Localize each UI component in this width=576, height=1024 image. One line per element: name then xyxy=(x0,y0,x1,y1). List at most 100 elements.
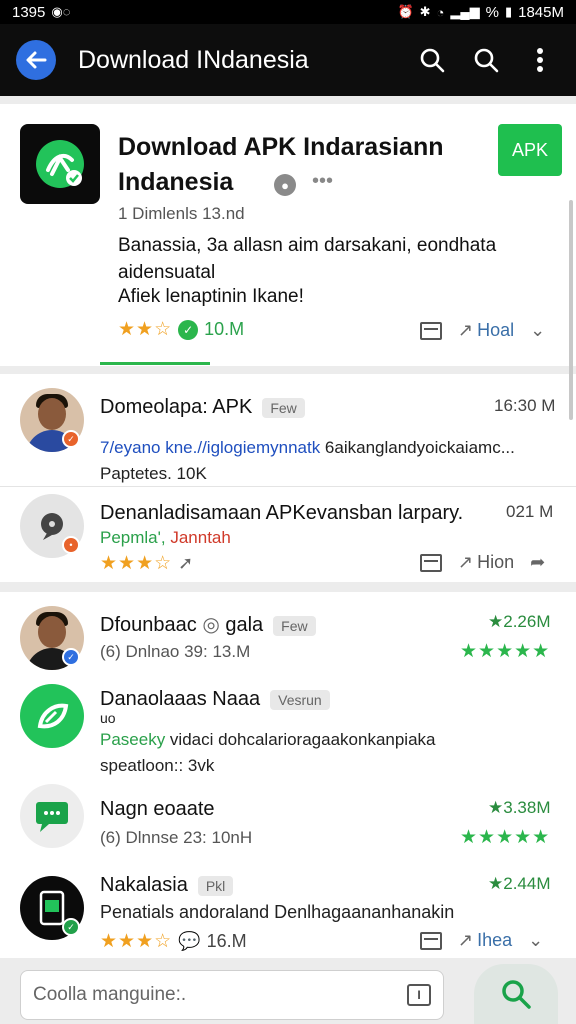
share-button[interactable]: ↗ Hoal xyxy=(458,320,514,341)
more-vert-icon xyxy=(537,48,543,72)
app-description: Banassia, 3a allasn aim darsakani, eondh… xyxy=(118,235,497,283)
badge-icon: ✓ xyxy=(62,648,80,666)
emoji-icon: ◎ xyxy=(202,614,220,636)
rating-row: ★★★☆ ➚ xyxy=(100,552,193,575)
download-count: 10.M xyxy=(204,319,245,339)
share-icon: ↗ xyxy=(458,552,474,572)
app-meta: 1 Dimlenls 13.nd xyxy=(118,204,245,223)
share-button[interactable]: ↗ Hion xyxy=(458,552,514,573)
list-item-sub: speatloon:: 3vk xyxy=(100,756,215,775)
more-options-button[interactable] xyxy=(520,40,560,80)
pin-icon: ➚ xyxy=(178,553,194,573)
action-row: ↗ Hoal ⌄ xyxy=(420,320,545,341)
list-item-sub: Paptetes. 10K xyxy=(100,464,207,483)
list-item-meta: (6) Dnlnao 39: 13.M xyxy=(100,642,251,661)
signal-icon: ▂▄▆ xyxy=(450,4,480,19)
share-label: Hion xyxy=(477,552,515,572)
apk-download-button[interactable]: APK xyxy=(498,124,562,176)
app-icon xyxy=(20,684,84,748)
share-button[interactable]: ↗ Ihea xyxy=(458,930,512,951)
list-item-link[interactable]: 7/eyano kne.//iglogiemynnatk 6aikangland… xyxy=(100,438,515,458)
rating-stars: ★★★★★ xyxy=(460,641,551,662)
list-item-time: 021 M xyxy=(506,502,554,521)
rating-stars: ★★★☆ xyxy=(100,553,173,574)
share-icon: ↗ xyxy=(458,930,474,950)
chevron-down-icon[interactable]: ⌄ xyxy=(530,320,545,341)
comment-icon: 💬 xyxy=(178,931,201,951)
list-item-size: ★2.44M xyxy=(488,874,551,893)
scrollbar[interactable] xyxy=(569,200,573,420)
badge-icon: • xyxy=(62,536,80,554)
list-item-title[interactable]: Danaolaaas Naaa Vesrun xyxy=(100,688,330,711)
search-button[interactable] xyxy=(412,40,452,80)
action-row: ↗ Ihea ⌄ xyxy=(420,930,543,951)
more-icon[interactable]: ••• xyxy=(312,170,333,193)
share-icon: ↗ xyxy=(458,320,474,340)
back-button[interactable] xyxy=(16,40,56,80)
app-icon xyxy=(20,784,84,848)
verified-icon: ● xyxy=(274,174,296,196)
alarm-icon: ⏰ xyxy=(397,4,414,19)
list-item-title[interactable]: Domeolapa: APK Few xyxy=(100,396,305,419)
tag-badge: Few xyxy=(262,397,305,418)
tag-badge: Vesrun xyxy=(270,689,330,710)
featured-app-card[interactable]: Download APK Indarasiann Indanesia ● •••… xyxy=(0,104,576,366)
list-item-size: ★2.26M xyxy=(488,612,551,631)
notification-icon: ◉◌ xyxy=(51,4,71,19)
rating-stars: ★★☆ xyxy=(118,319,173,340)
search-input[interactable] xyxy=(33,984,407,1006)
tag-badge: Few xyxy=(273,615,316,636)
app-description-2: Afiek lenaptinin Ikane! xyxy=(118,286,304,307)
share-label: Hoal xyxy=(477,320,515,340)
rating-stars: ★★★★★ xyxy=(460,827,551,848)
list-item-title[interactable]: Dfounbaac ◎ gala Few xyxy=(100,612,316,637)
download-count: 16.M xyxy=(206,931,247,951)
search-icon xyxy=(420,48,445,73)
list-item-tags: Pepmla', Janntah xyxy=(100,528,231,547)
battery-icon: ▮ xyxy=(504,4,513,19)
list-item-size: ★3.38M xyxy=(488,798,551,817)
status-time: 1395 xyxy=(12,3,46,21)
search-icon xyxy=(474,48,499,73)
list-item-title[interactable]: Denanladisamaan APKevansban larpary. xyxy=(100,502,463,525)
status-bar: 1395 ◉◌ ⏰ ✱ ◔ ▂▄▆ % ▮ 1845M xyxy=(0,0,576,24)
tab-indicator xyxy=(100,362,210,365)
app-list-section-1: ✓ Domeolapa: APK Few 16:30 M 7/eyano kne.… xyxy=(0,374,576,582)
vibrate-icon: ✱ xyxy=(419,4,431,19)
action-row: ↗ Hion ➦ xyxy=(420,552,545,573)
save-icon[interactable] xyxy=(420,321,442,340)
badge-icon: ✓ xyxy=(62,430,80,448)
page-title: Download INdanesia xyxy=(78,45,309,74)
list-item-title[interactable]: Nagn eoaate xyxy=(100,798,215,821)
search-button-secondary[interactable] xyxy=(466,40,506,80)
list-item-desc: Penatials andoraland Denlhagaananhanakin xyxy=(100,902,455,922)
rating-stars: ★★★☆ xyxy=(100,931,173,952)
search-submit-button[interactable] xyxy=(474,964,558,1024)
app-bar: Download INdanesia xyxy=(0,24,576,96)
status-time-right: 1845M xyxy=(518,3,564,21)
download-icon: ✓ xyxy=(178,319,199,340)
list-item-version: uo xyxy=(100,710,116,726)
keyboard-icon[interactable]: I xyxy=(407,984,431,1006)
app-list-section-2: ✓ Dfounbaac ◎ gala Few ★2.26M (6) Dnlnao … xyxy=(0,592,576,958)
forward-icon[interactable]: ➦ xyxy=(530,552,545,573)
wifi-icon: ◔ xyxy=(436,4,445,20)
divider xyxy=(0,486,576,487)
rating-row: ★★☆ ✓ 10.M xyxy=(118,318,244,341)
share-label: Ihea xyxy=(477,930,513,950)
search-bar: I xyxy=(20,970,444,1020)
app-logo xyxy=(20,124,100,204)
back-arrow-icon xyxy=(26,51,47,69)
list-item-title[interactable]: Nakalasia Pkl xyxy=(100,874,234,897)
save-icon[interactable] xyxy=(420,931,442,950)
save-icon[interactable] xyxy=(420,553,442,572)
badge-icon: ✓ xyxy=(62,918,80,936)
tag-badge: Pkl xyxy=(197,875,234,896)
chevron-down-icon[interactable]: ⌄ xyxy=(528,930,543,951)
list-item-desc: Paseeky vidaci dohcalarioragaakonkanpiak… xyxy=(100,730,436,749)
rating-row: ★★★☆ 💬 16.M xyxy=(100,930,247,953)
list-item-meta: (6) Dlnnse 23: 10nH xyxy=(100,828,253,847)
list-item-time: 16:30 M xyxy=(494,396,556,415)
battery-percent: % xyxy=(485,3,499,21)
search-icon xyxy=(502,980,531,1009)
